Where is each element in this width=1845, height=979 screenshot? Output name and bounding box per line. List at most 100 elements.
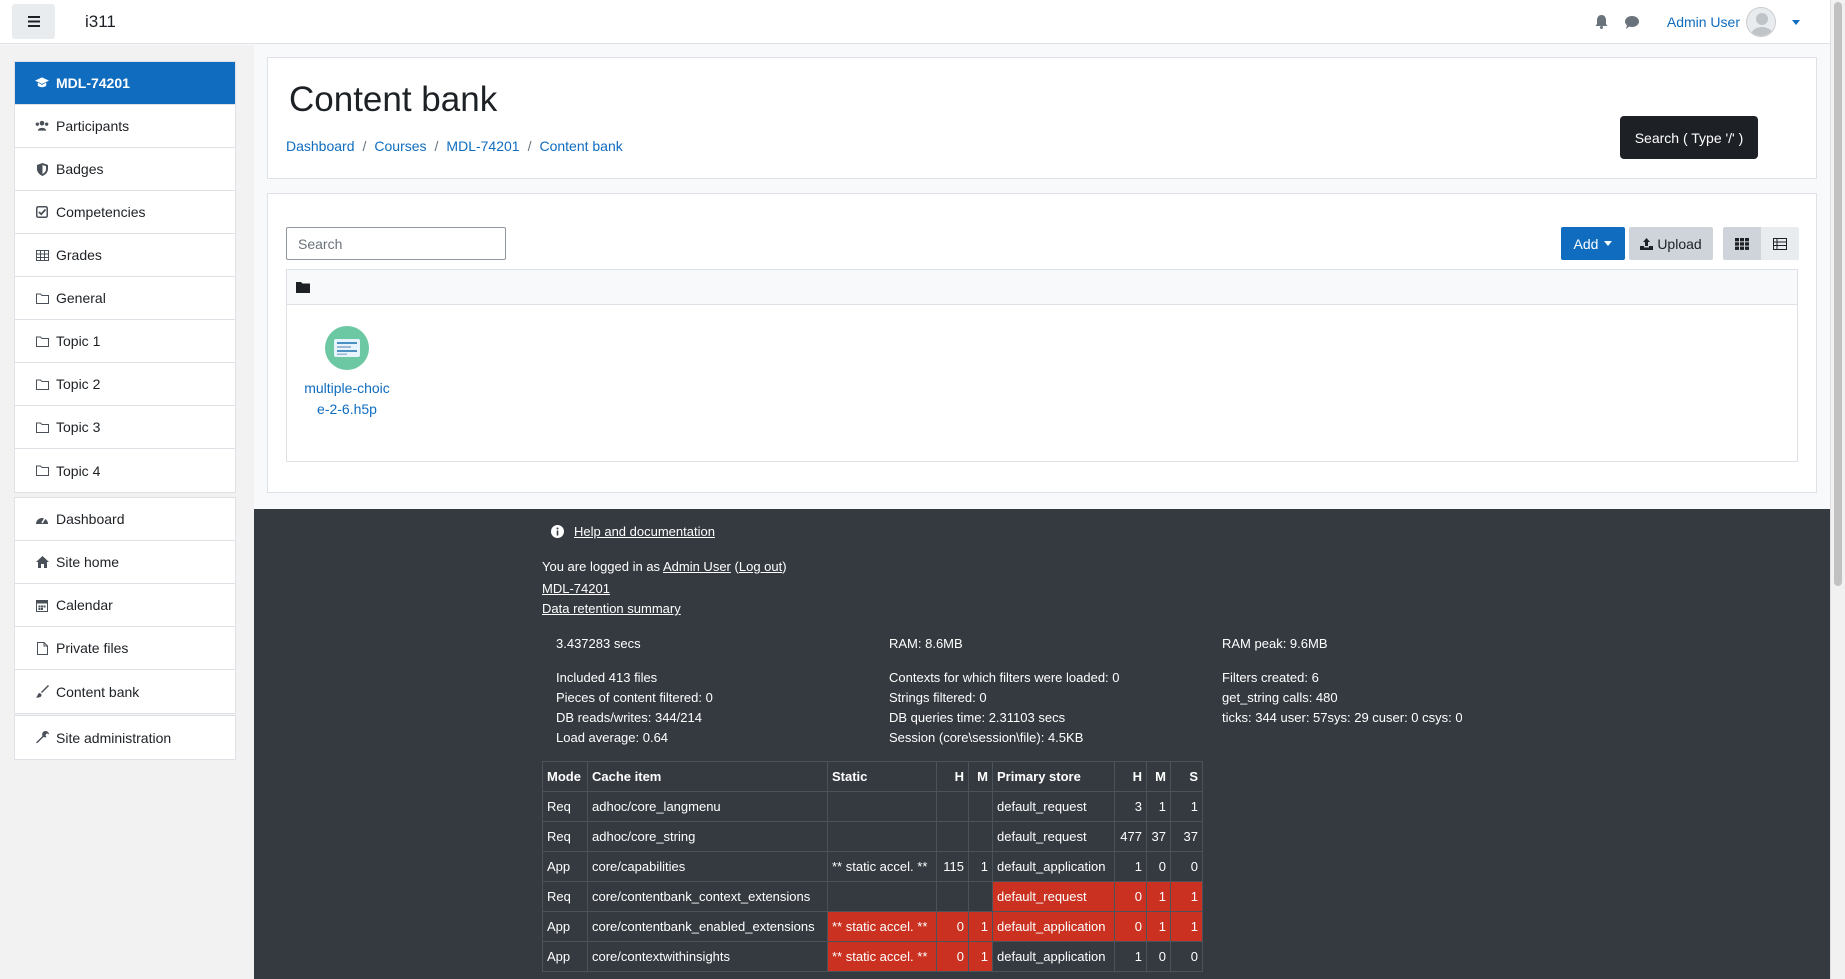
- table-cell: 0: [1146, 941, 1171, 972]
- vertical-scrollbar[interactable]: [1830, 0, 1845, 979]
- nav-item-private-files[interactable]: Private files: [15, 627, 235, 670]
- nav-item-site-administration[interactable]: Site administration: [15, 716, 235, 759]
- nav-item-grades[interactable]: Grades: [15, 234, 235, 277]
- search-input[interactable]: [286, 227, 506, 260]
- breadcrumb: Dashboard / Courses / MDL-74201 / Conten…: [286, 138, 623, 154]
- perf-stat: ticks: 344 user: 57sys: 29 cuser: 0 csys…: [1222, 710, 1463, 725]
- table-cell: 1: [968, 941, 993, 972]
- folder-icon: [35, 377, 49, 391]
- nav-drawer: MDL-74201 Participants Badges Competenci…: [0, 45, 254, 979]
- login-user-link[interactable]: Admin User: [663, 559, 731, 574]
- footer-links: MDL-74201 Data retention summary: [542, 579, 681, 619]
- nav-item-badges[interactable]: Badges: [15, 148, 235, 191]
- scrollbar-thumb[interactable]: [1834, 2, 1842, 586]
- nav-item-topic-2[interactable]: Topic 2: [15, 363, 235, 406]
- grid-view-button[interactable]: [1723, 227, 1761, 260]
- footer-course-link[interactable]: MDL-74201: [542, 581, 610, 596]
- table-cell: 0: [936, 911, 969, 942]
- nav-item-label: Topic 1: [56, 333, 101, 349]
- table-cell: 477: [1114, 821, 1147, 852]
- table-cell: [968, 821, 993, 852]
- nav-item-label: Topic 3: [56, 419, 101, 435]
- data-retention-link[interactable]: Data retention summary: [542, 601, 681, 616]
- add-button[interactable]: Add: [1561, 227, 1625, 260]
- nav-item-topic-4[interactable]: Topic 4: [15, 449, 235, 492]
- perf-stat: DB reads/writes: 344/214: [556, 710, 702, 725]
- table-cell: 1: [1170, 911, 1203, 942]
- nav-item-label: MDL-74201: [56, 75, 130, 91]
- table-cell: default_application: [992, 851, 1115, 882]
- help-section: Help and documentation: [551, 524, 715, 539]
- table-cell: 37: [1170, 821, 1203, 852]
- nav-item-site-home[interactable]: Site home: [15, 541, 235, 584]
- folder-icon: [35, 291, 49, 305]
- breadcrumb-courses[interactable]: Courses: [374, 138, 426, 154]
- nav-item-label: Grades: [56, 247, 102, 263]
- nav-item-topic-1[interactable]: Topic 1: [15, 320, 235, 363]
- info-circle-icon: [551, 525, 564, 538]
- nav-item-dashboard[interactable]: Dashboard: [15, 498, 235, 541]
- nav-item-label: Content bank: [56, 683, 140, 700]
- nav-item-label: Calendar: [56, 597, 113, 613]
- table-cell: App: [542, 851, 588, 882]
- nav-item-competencies[interactable]: Competencies: [15, 191, 235, 234]
- user-menu-name[interactable]: Admin User: [1667, 14, 1740, 30]
- column-header: H: [936, 761, 969, 792]
- table-cell: core/contentbank_enabled_extensions: [587, 911, 828, 942]
- nav-item-label: Dashboard: [56, 511, 125, 527]
- content-bank-files: multiple-choice-2-6.h5p: [286, 269, 1798, 462]
- drawer-toggle-button[interactable]: [12, 4, 55, 39]
- perf-stat: Load average: 0.64: [556, 730, 669, 745]
- nav-item-course[interactable]: MDL-74201: [15, 62, 235, 105]
- folder-icon[interactable]: [296, 281, 310, 293]
- table-cell: 1: [968, 911, 993, 942]
- login-info: You are logged in as Admin User (Log out…: [542, 559, 787, 574]
- avatar[interactable]: [1746, 7, 1776, 37]
- table-row: App core/contentbank_enabled_extensions **…: [542, 911, 1203, 942]
- file-icon: [35, 641, 49, 655]
- help-documentation-link[interactable]: Help and documentation: [574, 524, 715, 539]
- breadcrumb-course[interactable]: MDL-74201: [446, 138, 519, 154]
- page-footer: Help and documentation You are logged in…: [254, 509, 1830, 979]
- content-file-item[interactable]: multiple-choice-2-6.h5p: [301, 326, 393, 420]
- nav-item-content-bank[interactable]: Content bank: [15, 670, 235, 713]
- nav-item-label: General: [56, 290, 106, 306]
- nav-item-calendar[interactable]: Calendar: [15, 584, 235, 627]
- site-nav-group: Dashboard Site home Calendar Private fil…: [14, 497, 236, 714]
- user-menu-caret-icon[interactable]: [1792, 19, 1800, 25]
- table-cell: 0: [1170, 941, 1203, 972]
- page-title: Content bank: [289, 80, 498, 119]
- site-name[interactable]: i311: [85, 12, 116, 32]
- top-navbar: i311 Admin User: [0, 0, 1830, 44]
- table-cell: 1: [1114, 851, 1147, 882]
- column-header: Primary store: [992, 761, 1115, 792]
- add-button-label: Add: [1573, 235, 1599, 252]
- table-cell: 37: [1146, 821, 1171, 852]
- perf-column-1: 3.437283 secs Included 413 files Pieces …: [556, 634, 713, 748]
- bell-icon[interactable]: [1595, 15, 1609, 29]
- table-cell: 1: [968, 851, 993, 882]
- hamburger-icon: [27, 16, 40, 27]
- list-view-button[interactable]: [1761, 227, 1799, 260]
- breadcrumb-dashboard[interactable]: Dashboard: [286, 138, 355, 154]
- table-cell: default_request: [992, 791, 1115, 822]
- breadcrumb-content-bank[interactable]: Content bank: [539, 138, 622, 154]
- tachometer-icon: [35, 512, 49, 526]
- chat-bubble-icon[interactable]: [1624, 15, 1639, 29]
- perf-stat: Filters created: 6: [1222, 670, 1319, 685]
- file-name[interactable]: multiple-choice-2-6.h5p: [301, 378, 393, 420]
- table-cell: core/capabilities: [587, 851, 828, 882]
- perf-stat: RAM peak: 9.6MB: [1222, 636, 1328, 651]
- chevron-down-icon: [1604, 241, 1613, 246]
- nav-item-general[interactable]: General: [15, 277, 235, 320]
- cache-usage-table: Mode Cache item Static H M Primary store…: [542, 761, 1203, 972]
- table-cell: [827, 791, 937, 822]
- upload-button[interactable]: Upload: [1629, 227, 1713, 260]
- nav-item-label: Competencies: [56, 204, 146, 220]
- logout-link[interactable]: Log out: [739, 559, 782, 574]
- table-cell: 115: [936, 851, 969, 882]
- nav-item-topic-3[interactable]: Topic 3: [15, 406, 235, 449]
- shield-icon: [35, 162, 49, 176]
- nav-item-participants[interactable]: Participants: [15, 105, 235, 148]
- table-cell: [968, 881, 993, 912]
